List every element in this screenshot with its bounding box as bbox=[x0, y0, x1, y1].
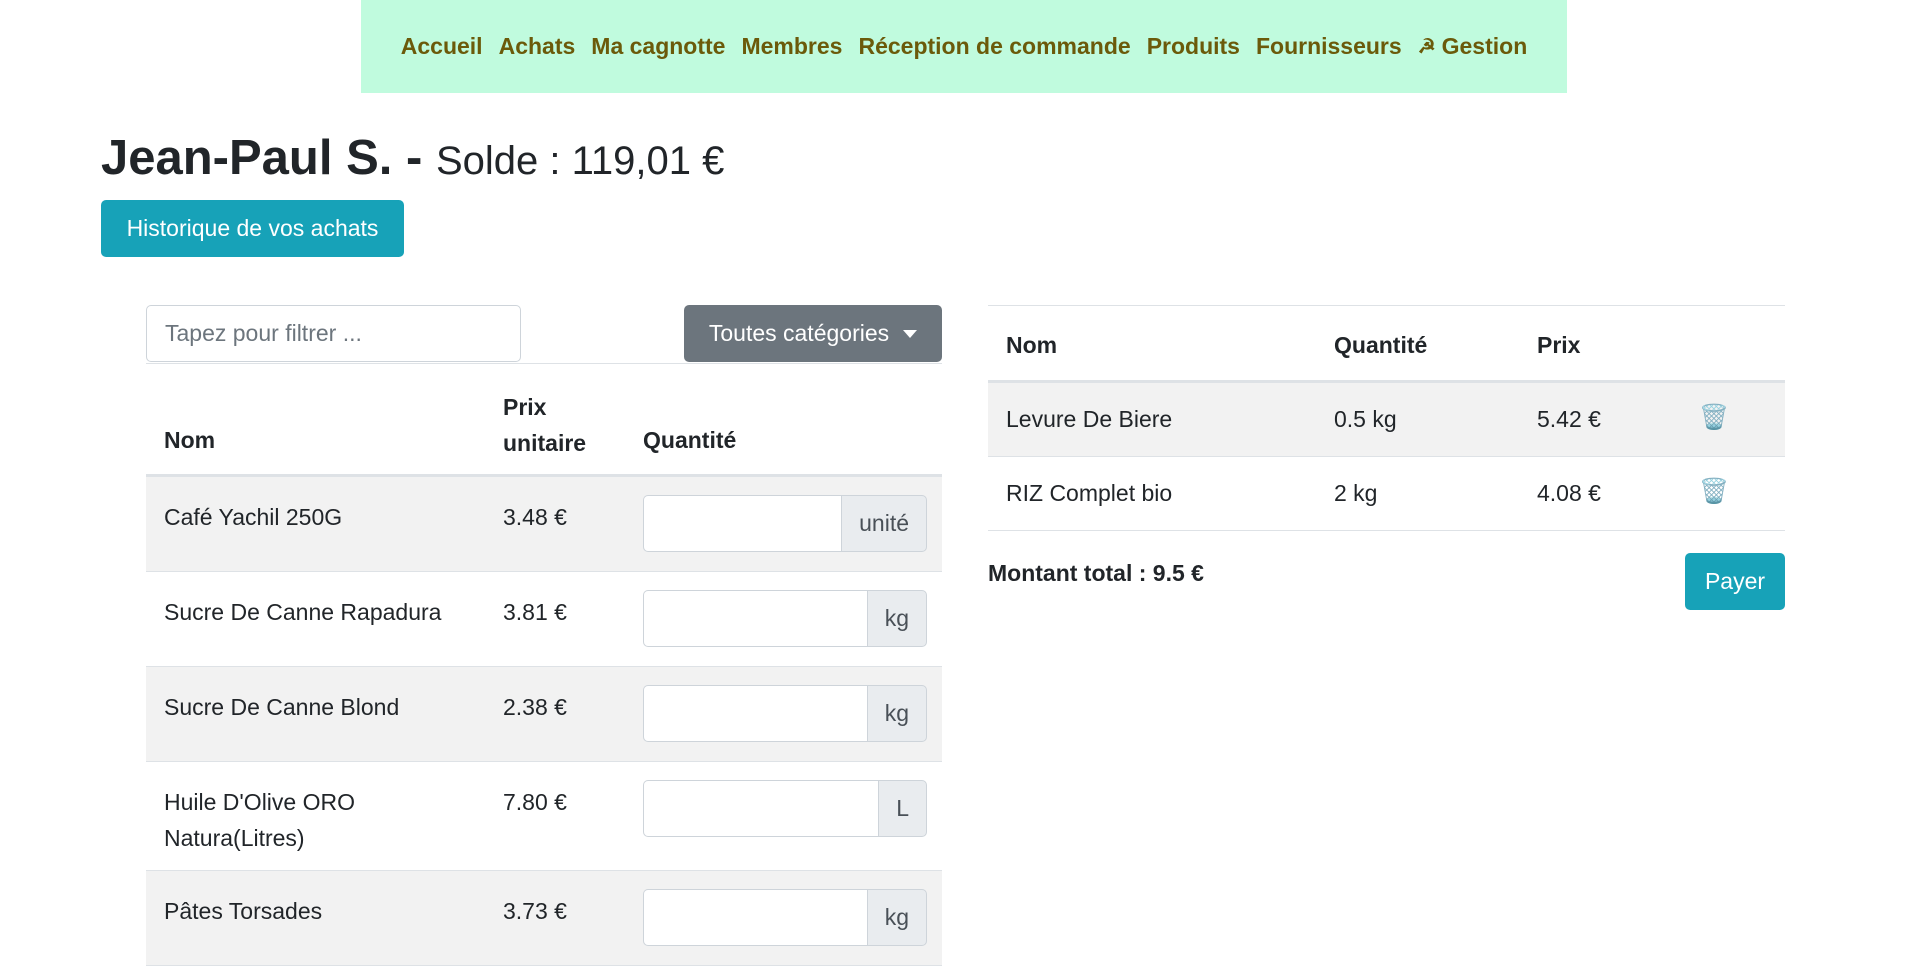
category-dropdown[interactable]: Toutes catégories bbox=[684, 305, 942, 362]
product-name: Sucre De Canne Rapadura bbox=[164, 599, 442, 625]
cart-header-price: Prix bbox=[1537, 332, 1581, 358]
trash-icon[interactable]: 🗑️ bbox=[1699, 477, 1729, 506]
quantity-input[interactable] bbox=[643, 685, 867, 742]
hammer-sickle-icon: ☭ bbox=[1417, 36, 1436, 58]
cart-item-name: Levure De Biere bbox=[1006, 406, 1173, 432]
cart-header-name: Nom bbox=[1006, 332, 1058, 358]
quantity-input-group: kg bbox=[643, 590, 927, 647]
category-dropdown-label: Toutes catégories bbox=[708, 320, 890, 346]
product-name: Sucre De Canne Blond bbox=[164, 694, 400, 720]
quantity-input[interactable] bbox=[643, 495, 842, 552]
quantity-input-group: kg bbox=[643, 685, 927, 742]
cart-row: Levure De Biere 0.5 kg 5.42 € 🗑️ bbox=[988, 383, 1785, 457]
trash-icon[interactable]: 🗑️ bbox=[1699, 403, 1729, 432]
products-table-header: Nom Prix unitaire Quantité bbox=[146, 364, 942, 477]
product-price: 3.73 € bbox=[503, 898, 567, 924]
quantity-input[interactable] bbox=[643, 780, 879, 837]
table-row: Café Yachil 250G 3.48 € unité bbox=[146, 477, 942, 572]
product-name: Café Yachil 250G bbox=[164, 504, 343, 530]
unit-label: kg bbox=[866, 685, 927, 742]
table-row: Huile D'Olive ORO Natura(Litres) 7.80 € … bbox=[146, 762, 942, 871]
cart-item-name: RIZ Complet bio bbox=[1006, 480, 1173, 506]
products-table: Nom Prix unitaire Quantité Café Yachil 2… bbox=[146, 363, 942, 966]
header-quantity: Quantité bbox=[643, 427, 737, 453]
quantity-input-group: unité bbox=[643, 495, 927, 552]
table-row: Sucre De Canne Rapadura 3.81 € kg bbox=[146, 572, 942, 667]
product-price: 3.81 € bbox=[503, 599, 567, 625]
quantity-input-group: kg bbox=[643, 889, 927, 946]
quantity-input-group: L bbox=[643, 780, 927, 837]
cart-total: Montant total : 9.5 € bbox=[988, 560, 1204, 586]
product-name: Pâtes Torsades bbox=[164, 898, 323, 924]
caret-down-icon bbox=[903, 329, 918, 338]
cart-header-quantity: Quantité bbox=[1334, 332, 1428, 358]
product-name: Huile D'Olive ORO Natura(Litres) bbox=[164, 789, 355, 851]
quantity-input[interactable] bbox=[643, 889, 867, 946]
nav-produits[interactable]: Produits bbox=[1147, 33, 1240, 60]
nav-ma-cagnotte[interactable]: Ma cagnotte bbox=[591, 33, 725, 60]
nav-accueil[interactable]: Accueil bbox=[401, 33, 483, 60]
nav-achats[interactable]: Achats bbox=[499, 33, 576, 60]
quantity-input[interactable] bbox=[643, 590, 867, 647]
product-price: 7.80 € bbox=[503, 789, 567, 815]
nav-gestion-label: Gestion bbox=[1441, 33, 1528, 59]
cart-table-header: Nom Quantité Prix bbox=[988, 306, 1785, 383]
unit-label: kg bbox=[866, 590, 927, 647]
unit-label: kg bbox=[866, 889, 927, 946]
table-row: Sucre De Canne Blond 2.38 € kg bbox=[146, 667, 942, 762]
page-title: Jean-Paul S. - Solde : 119,01 € bbox=[101, 130, 724, 186]
balance: Solde : 119,01 € bbox=[435, 139, 725, 183]
cart-row: RIZ Complet bio 2 kg 4.08 € 🗑️ bbox=[988, 457, 1785, 531]
pay-button[interactable]: Payer bbox=[1685, 553, 1785, 610]
cart-table: Nom Quantité Prix Levure De Biere 0.5 kg… bbox=[988, 305, 1785, 531]
nav-gestion[interactable]: ☭ Gestion bbox=[1418, 33, 1528, 60]
product-price: 3.48 € bbox=[503, 504, 567, 530]
cart-item-quantity: 0.5 kg bbox=[1334, 406, 1397, 432]
table-row: Pâtes Torsades 3.73 € kg bbox=[146, 871, 942, 966]
unit-label: L bbox=[878, 780, 927, 837]
nav-reception-commande[interactable]: Réception de commande bbox=[858, 33, 1130, 60]
header-name: Nom bbox=[164, 427, 216, 453]
member-name: Jean-Paul S. - bbox=[101, 131, 423, 185]
main-navbar: Accueil Achats Ma cagnotte Membres Récep… bbox=[361, 0, 1567, 93]
cart-item-price: 5.42 € bbox=[1537, 406, 1601, 432]
purchase-history-button[interactable]: Historique de vos achats bbox=[101, 200, 404, 257]
header-unit-price: Prix unitaire bbox=[503, 394, 587, 456]
unit-label: unité bbox=[841, 495, 927, 552]
cart-item-price: 4.08 € bbox=[1537, 480, 1601, 506]
filter-input[interactable] bbox=[146, 305, 521, 362]
nav-membres[interactable]: Membres bbox=[741, 33, 842, 60]
product-price: 2.38 € bbox=[503, 694, 567, 720]
nav-fournisseurs[interactable]: Fournisseurs bbox=[1256, 33, 1402, 60]
cart-item-quantity: 2 kg bbox=[1334, 480, 1378, 506]
